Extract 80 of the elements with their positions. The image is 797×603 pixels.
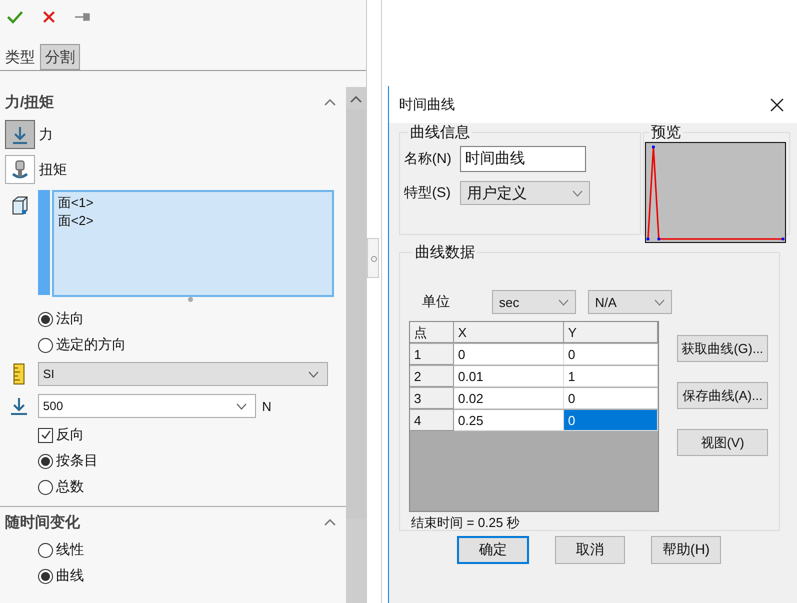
table-cell[interactable]: 0.01 [454,366,564,387]
unit-system-select[interactable]: SI [38,362,328,386]
radio-button[interactable] [38,568,53,584]
checkbox[interactable] [38,428,53,442]
row-header: 3 [410,388,454,409]
down-arrow-icon [12,126,28,144]
group-title: 预览 [650,123,682,142]
down-arrow-icon [8,397,30,415]
ok-icon[interactable] [7,10,23,24]
end-time-text: 结束时间 = 0.25 秒 [410,514,521,532]
option-label: 选定的方向 [56,336,126,354]
collapse-icon[interactable] [324,98,336,106]
dialog-button[interactable]: 取消 [555,536,625,564]
row-header: 4 [410,410,454,431]
bolt-icon [11,160,29,180]
type-select[interactable]: 用户定义 [460,181,590,205]
curve-button[interactable]: 获取曲线(G)... [677,335,768,362]
group-title: 曲线数据 [414,243,476,262]
dialog-button[interactable]: 确定 [457,536,529,564]
column-header: X [454,322,564,343]
curve-button[interactable]: 保存曲线(A)... [677,382,768,409]
name-field[interactable]: 时间曲线 [460,146,586,172]
scrollbar[interactable] [346,87,366,603]
load-type-button[interactable] [5,155,35,184]
group-title: 曲线信息 [409,123,471,142]
table-cell[interactable]: 0 [454,344,564,365]
dropdown-icon [654,298,665,306]
scroll-thumb[interactable] [346,109,366,519]
table-cell[interactable]: 0 [564,388,658,409]
x-unit-select[interactable]: sec [492,290,576,314]
close-icon[interactable] [770,98,784,112]
table-cell[interactable]: 0.02 [454,388,564,409]
curve-button[interactable]: 视图(V) [677,429,768,456]
tab[interactable]: 分割 [40,44,80,70]
field-label: 名称(N) [404,150,452,168]
option-label: 曲线 [56,567,84,585]
option-label: 按条目 [56,452,98,470]
section-title: 随时间变化 [5,512,80,532]
row-header: 1 [410,344,454,365]
scroll-up-icon[interactable] [350,95,362,103]
dropdown-icon [558,298,569,306]
face-item[interactable]: 面<2> [58,212,94,230]
option-label: 法向 [56,310,84,328]
dropdown-icon [308,370,319,378]
field-label: 单位 [421,293,451,311]
option-label: 总数 [56,478,84,496]
dropdown-icon [236,402,247,410]
y-unit-select[interactable]: N/A [588,290,672,314]
section-title: 力/扭矩 [5,92,54,112]
option-label: 线性 [56,541,84,559]
table-cell[interactable]: 0.25 [454,410,564,431]
table-cell[interactable]: 0 [564,410,658,431]
face-item[interactable]: 面<1> [58,194,94,212]
table-cell[interactable]: 0 [564,344,658,365]
table-cell[interactable]: 1 [564,366,658,387]
load-type-label: 力 [39,126,53,144]
face-icon [11,196,29,216]
radio-button[interactable] [38,542,53,558]
pin-icon[interactable] [75,11,91,23]
force-unit: N [262,398,272,414]
radio-button[interactable] [38,312,53,326]
column-header: Y [564,322,658,343]
collapse-icon[interactable] [324,518,336,526]
dropdown-icon [572,190,583,196]
load-type-button[interactable] [5,120,35,149]
window-title: 时间曲线 [399,96,455,114]
dialog-button[interactable]: 帮助(H) [651,536,721,564]
splitter-handle[interactable] [367,238,379,278]
force-value-field[interactable]: 500 [38,394,256,418]
radio-button[interactable] [38,480,53,494]
face-list[interactable]: 面<1> 面<2> [52,190,334,297]
field-label: 特型(S) [404,184,452,202]
radio-button[interactable] [38,454,53,468]
radio-button[interactable] [38,338,53,352]
column-header: 点 [410,322,454,343]
tab[interactable]: 类型 [0,44,40,70]
resize-handle[interactable] [188,297,192,302]
row-header: 2 [410,366,454,387]
load-type-label: 扭矩 [39,160,67,178]
option-label: 反向 [56,426,84,444]
